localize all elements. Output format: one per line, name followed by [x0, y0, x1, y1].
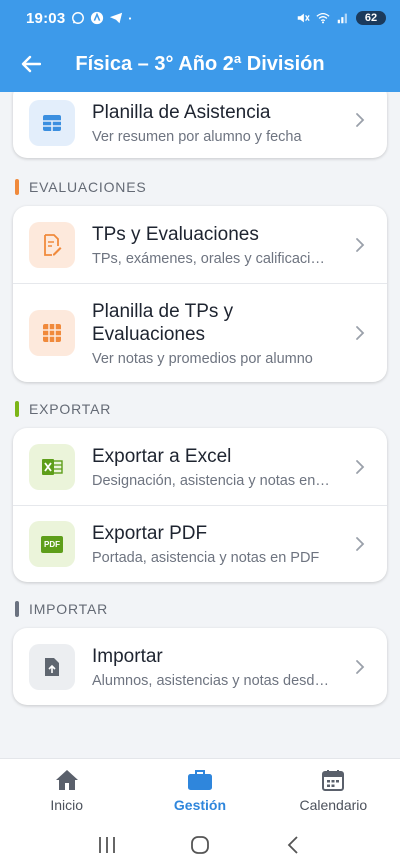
nav-gestion[interactable]: Gestión: [133, 759, 266, 822]
pdf-badge: PDF: [41, 535, 63, 553]
asistencia-card: Planilla de Asistencia Ver resumen por a…: [13, 92, 387, 158]
chevron-right-icon: [356, 237, 365, 252]
dot-icon: [129, 17, 132, 20]
item-subtitle: Ver resumen por alumno y fecha: [92, 129, 302, 145]
item-title: Importar: [92, 645, 163, 667]
section-exportar: EXPORTAR: [15, 401, 111, 417]
chevron-left-icon: [288, 835, 298, 854]
bottom-nav: Inicio Gestión Calendario: [0, 758, 400, 822]
battery-indicator: 62: [356, 11, 386, 25]
content-area: Planilla de Asistencia Ver resumen por a…: [0, 92, 400, 758]
briefcase-icon: [187, 769, 212, 790]
evaluaciones-card: TPs y Evaluaciones TPs, exámenes, orales…: [13, 206, 387, 382]
item-title: Exportar a Excel: [92, 445, 232, 467]
recent-apps-icon: [98, 836, 115, 853]
wifi-icon: [316, 12, 330, 24]
chevron-right-icon: [356, 326, 365, 340]
planilla-asistencia-item[interactable]: Planilla de Asistencia Ver resumen por a…: [13, 92, 387, 158]
app-notification-icon: [91, 11, 104, 25]
pdf-icon: PDF: [29, 521, 75, 567]
item-subtitle: Ver notas y promedios por alumno: [92, 350, 313, 367]
chevron-right-icon: [356, 537, 365, 551]
app-bar: Física – 3° Año 2ª División: [0, 36, 400, 92]
signal-icon: [337, 13, 347, 24]
section-evaluaciones: EVALUACIONES: [15, 179, 147, 195]
section-label: EXPORTAR: [29, 401, 112, 417]
item-subtitle: TPs, exámenes, orales y calificaciones: [92, 250, 332, 267]
system-back-button[interactable]: [273, 830, 313, 860]
exportar-pdf-item[interactable]: PDF Exportar PDF Portada, asistencia y n…: [13, 505, 387, 582]
importar-item[interactable]: Importar Alumnos, asistencias y notas de…: [13, 628, 387, 705]
section-importar: IMPORTAR: [15, 601, 108, 617]
section-bar: [15, 601, 19, 617]
item-title: TPs y Evaluaciones: [92, 223, 259, 245]
system-nav-bar: [0, 822, 400, 867]
back-button[interactable]: [16, 50, 46, 78]
page-title: Física – 3° Año 2ª División: [75, 52, 325, 75]
nav-label: Gestión: [173, 796, 227, 813]
home-button[interactable]: [180, 830, 220, 860]
table-icon: [29, 100, 75, 146]
item-subtitle: Portada, asistencia y notas en PDF: [92, 550, 320, 566]
item-title: Exportar PDF: [92, 523, 208, 544]
telegram-icon: [110, 12, 123, 24]
chevron-right-icon: [356, 113, 365, 127]
exportar-card: Exportar a Excel Designación, asistencia…: [13, 428, 387, 582]
item-title: Planilla de Asistencia: [92, 102, 271, 123]
tps-evaluaciones-item[interactable]: TPs y Evaluaciones TPs, exámenes, orales…: [13, 206, 387, 283]
edit-document-icon: [29, 221, 75, 268]
top-bar: 19:03 62 Física – 3° Año 2ª División: [0, 0, 400, 92]
excel-icon: [29, 443, 75, 490]
arrow-left-icon: [21, 55, 41, 73]
chevron-right-icon: [356, 459, 365, 474]
item-subtitle: Alumnos, asistencias y notas desde archi…: [92, 672, 332, 689]
importar-card: Importar Alumnos, asistencias y notas de…: [13, 628, 387, 705]
item-subtitle: Designación, asistencia y notas en Excel: [92, 472, 332, 489]
section-label: EVALUACIONES: [29, 179, 147, 195]
chevron-right-icon: [356, 659, 365, 674]
home-icon: [55, 769, 78, 790]
nav-label: Calendario: [299, 796, 368, 813]
calendar-icon: [322, 769, 345, 791]
exportar-excel-item[interactable]: Exportar a Excel Designación, asistencia…: [13, 428, 387, 505]
nav-inicio[interactable]: Inicio: [0, 759, 133, 822]
item-title: Planilla de TPs y Evaluaciones: [92, 300, 234, 345]
mute-icon: [297, 13, 310, 23]
section-label: IMPORTAR: [29, 601, 108, 617]
grid-icon: [29, 310, 75, 356]
section-bar: [15, 179, 19, 195]
upload-file-icon: [29, 643, 75, 690]
home-circle-icon: [191, 835, 209, 854]
recent-apps-button[interactable]: [87, 830, 127, 860]
nav-calendario[interactable]: Calendario: [267, 759, 400, 822]
status-bar: 19:03 62: [0, 0, 400, 36]
nav-label: Inicio: [50, 796, 83, 813]
section-bar: [15, 401, 19, 417]
whatsapp-icon: [72, 12, 85, 24]
planilla-tps-item[interactable]: Planilla de TPs y Evaluaciones Ver notas…: [13, 283, 387, 382]
status-time: 19:03: [26, 9, 66, 27]
